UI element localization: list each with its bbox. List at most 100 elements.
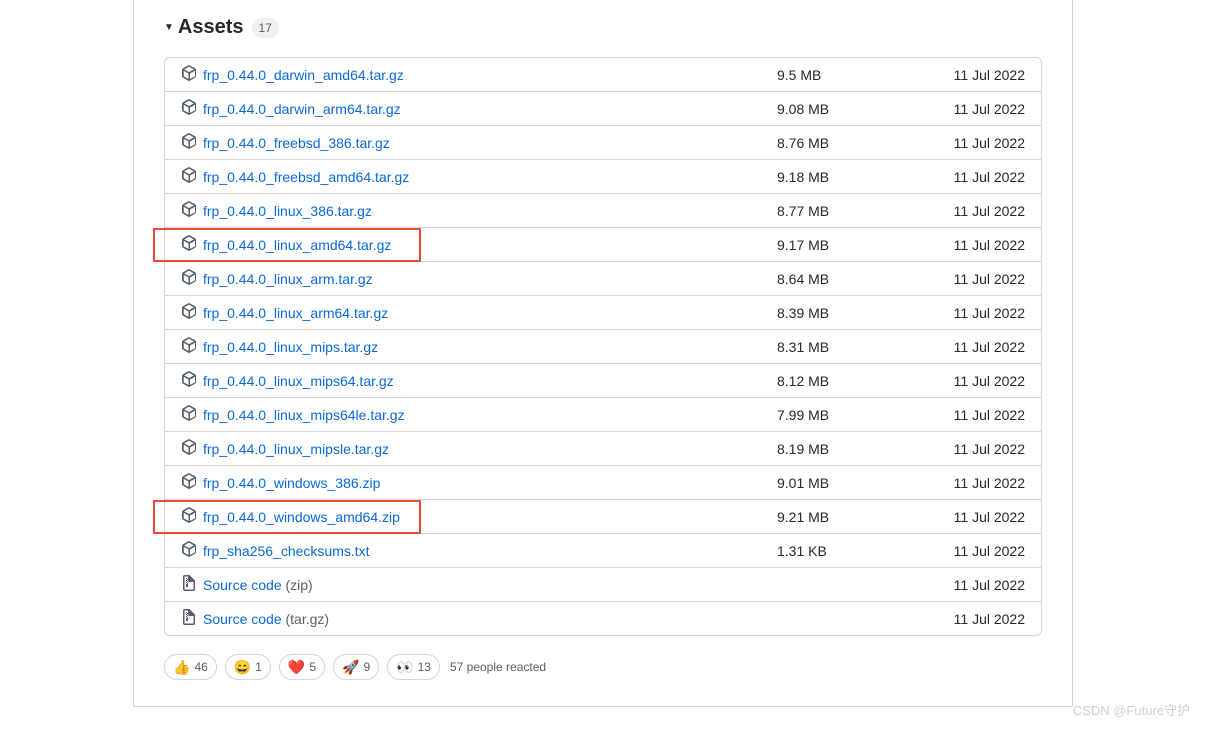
asset-size: 9.08 MB	[777, 101, 947, 117]
asset-name-cell: frp_0.44.0_darwin_amd64.tar.gz	[181, 65, 777, 84]
asset-row: Source code (tar.gz)11 Jul 2022	[165, 601, 1041, 635]
file-zip-icon	[181, 575, 203, 594]
asset-row: frp_0.44.0_linux_386.tar.gz 8.77 MB11 Jul…	[165, 193, 1041, 227]
package-icon	[181, 405, 203, 424]
asset-name-cell: frp_sha256_checksums.txt	[181, 541, 777, 560]
asset-list: frp_0.44.0_darwin_amd64.tar.gz 9.5 MB 11 J…	[164, 57, 1042, 636]
asset-date: 11 Jul 2022	[947, 237, 1025, 253]
asset-row: frp_0.44.0_windows_amd64.zip9.21 MB11 Ju…	[165, 499, 1041, 533]
asset-name-cell: frp_0.44.0_linux_386.tar.gz	[181, 201, 777, 220]
reaction-emoji-icon: 🚀	[342, 659, 359, 676]
asset-link[interactable]: frp_0.44.0_linux_mips64le.tar.gz	[203, 407, 405, 423]
asset-row: frp_0.44.0_darwin_arm64.tar.gz 9.08 MB11 …	[165, 91, 1041, 125]
package-icon	[181, 337, 203, 356]
asset-name-cell: Source code (zip)	[181, 575, 777, 594]
asset-link[interactable]: frp_0.44.0_darwin_amd64.tar.gz	[203, 67, 404, 83]
asset-date: 11 Jul 2022	[947, 577, 1025, 593]
asset-date: 11 Jul 2022	[947, 373, 1025, 389]
reaction-pill[interactable]: ❤️ 5	[279, 654, 325, 680]
asset-date: 11 Jul 2022	[947, 509, 1025, 525]
asset-date: 11 Jul 2022	[947, 441, 1025, 457]
asset-suffix: (tar.gz)	[282, 611, 329, 627]
asset-link[interactable]: frp_0.44.0_linux_mipsle.tar.gz	[203, 441, 389, 457]
asset-row: frp_0.44.0_linux_amd64.tar.gz 9.17 MB11 J…	[165, 227, 1041, 261]
asset-row: frp_0.44.0_darwin_amd64.tar.gz9.5 MB11 J…	[165, 58, 1041, 91]
asset-link[interactable]: frp_0.44.0_linux_mips64.tar.gz	[203, 373, 394, 389]
asset-name-cell: frp_0.44.0_windows_386.zip	[181, 473, 777, 492]
file-zip-icon	[181, 609, 203, 628]
reaction-emoji-icon: 😄	[234, 659, 251, 676]
asset-size: 8.31 MB	[777, 339, 947, 355]
asset-size: 9.17 MB	[777, 237, 947, 253]
asset-date: 11 Jul 2022	[947, 169, 1025, 185]
asset-link[interactable]: frp_0.44.0_linux_386.tar.gz	[203, 203, 372, 219]
asset-row: frp_sha256_checksums.txt 1.31 KB11 Jul 20…	[165, 533, 1041, 567]
asset-name-cell: frp_0.44.0_darwin_arm64.tar.gz	[181, 99, 777, 118]
reactions-summary: 57 people reacted	[450, 660, 546, 674]
package-icon	[181, 507, 203, 526]
asset-link[interactable]: frp_0.44.0_linux_amd64.tar.gz	[203, 237, 391, 253]
asset-size: 7.99 MB	[777, 407, 947, 423]
package-icon	[181, 439, 203, 458]
asset-date: 11 Jul 2022	[947, 271, 1025, 287]
asset-date: 11 Jul 2022	[947, 305, 1025, 321]
asset-size: 9.18 MB	[777, 169, 947, 185]
package-icon	[181, 371, 203, 390]
asset-date: 11 Jul 2022	[947, 203, 1025, 219]
asset-date: 11 Jul 2022	[947, 135, 1025, 151]
asset-row: frp_0.44.0_freebsd_386.tar.gz 8.76 MB11 J…	[165, 125, 1041, 159]
asset-name-cell: Source code (tar.gz)	[181, 609, 777, 628]
package-icon	[181, 303, 203, 322]
asset-size: 9.5 MB	[777, 67, 947, 83]
reactions-bar: 👍46😄1❤️5🚀9👀1357 people reacted	[164, 654, 1042, 680]
reaction-emoji-icon: ❤️	[288, 659, 305, 676]
asset-row: frp_0.44.0_linux_arm.tar.gz 8.64 MB11 Jul…	[165, 261, 1041, 295]
asset-size: 8.76 MB	[777, 135, 947, 151]
asset-name-cell: frp_0.44.0_linux_amd64.tar.gz	[181, 235, 777, 254]
reaction-pill[interactable]: 🚀9	[333, 654, 379, 680]
package-icon	[181, 235, 203, 254]
reaction-pill[interactable]: 👀 13	[387, 654, 440, 680]
asset-size: 1.31 KB	[777, 543, 947, 559]
watermark-text: CSDN @Future守护	[1073, 700, 1190, 719]
asset-size: 8.77 MB	[777, 203, 947, 219]
asset-date: 11 Jul 2022	[947, 101, 1025, 117]
asset-link[interactable]: Source code (zip)	[203, 577, 313, 593]
package-icon	[181, 65, 203, 84]
asset-size: 8.19 MB	[777, 441, 947, 457]
asset-name-cell: frp_0.44.0_linux_mips64le.tar.gz	[181, 405, 777, 424]
asset-link[interactable]: frp_0.44.0_darwin_arm64.tar.gz	[203, 101, 401, 117]
package-icon	[181, 541, 203, 560]
asset-link[interactable]: frp_0.44.0_windows_386.zip	[203, 475, 380, 491]
asset-link[interactable]: frp_0.44.0_linux_arm64.tar.gz	[203, 305, 388, 321]
reaction-emoji-icon: 👍	[173, 659, 190, 676]
asset-size: 8.64 MB	[777, 271, 947, 287]
package-icon	[181, 473, 203, 492]
asset-size: 9.01 MB	[777, 475, 947, 491]
asset-row: frp_0.44.0_freebsd_amd64.tar.gz 9.18 MB11…	[165, 159, 1041, 193]
asset-name-cell: frp_0.44.0_linux_mips64.tar.gz	[181, 371, 777, 390]
asset-date: 11 Jul 2022	[947, 475, 1025, 491]
asset-name-cell: frp_0.44.0_freebsd_386.tar.gz	[181, 133, 777, 152]
asset-link[interactable]: frp_sha256_checksums.txt	[203, 543, 370, 559]
reaction-emoji-icon: 👀	[396, 659, 413, 676]
reaction-count: 1	[255, 660, 262, 674]
asset-link[interactable]: Source code (tar.gz)	[203, 611, 329, 627]
asset-link[interactable]: frp_0.44.0_linux_mips.tar.gz	[203, 339, 378, 355]
asset-name-cell: frp_0.44.0_linux_arm64.tar.gz	[181, 303, 777, 322]
asset-link[interactable]: frp_0.44.0_windows_amd64.zip	[203, 509, 400, 525]
asset-link[interactable]: frp_0.44.0_freebsd_386.tar.gz	[203, 135, 390, 151]
asset-link[interactable]: frp_0.44.0_linux_arm.tar.gz	[203, 271, 373, 287]
asset-row: frp_0.44.0_windows_386.zip 9.01 MB11 Jul …	[165, 465, 1041, 499]
asset-date: 11 Jul 2022	[947, 543, 1025, 559]
assets-toggle[interactable]: ▼ Assets 17	[164, 0, 1042, 57]
package-icon	[181, 167, 203, 186]
reaction-count: 5	[309, 660, 316, 674]
reaction-count: 13	[418, 660, 431, 674]
asset-row: frp_0.44.0_linux_mipsle.tar.gz 8.19 MB11 …	[165, 431, 1041, 465]
asset-name-cell: frp_0.44.0_freebsd_amd64.tar.gz	[181, 167, 777, 186]
reaction-pill[interactable]: 👍46	[164, 654, 217, 680]
reaction-pill[interactable]: 😄1	[225, 654, 271, 680]
asset-link[interactable]: frp_0.44.0_freebsd_amd64.tar.gz	[203, 169, 409, 185]
release-section: ▼ Assets 17 frp_0.44.0_darwin_amd64.tar.…	[133, 0, 1073, 707]
